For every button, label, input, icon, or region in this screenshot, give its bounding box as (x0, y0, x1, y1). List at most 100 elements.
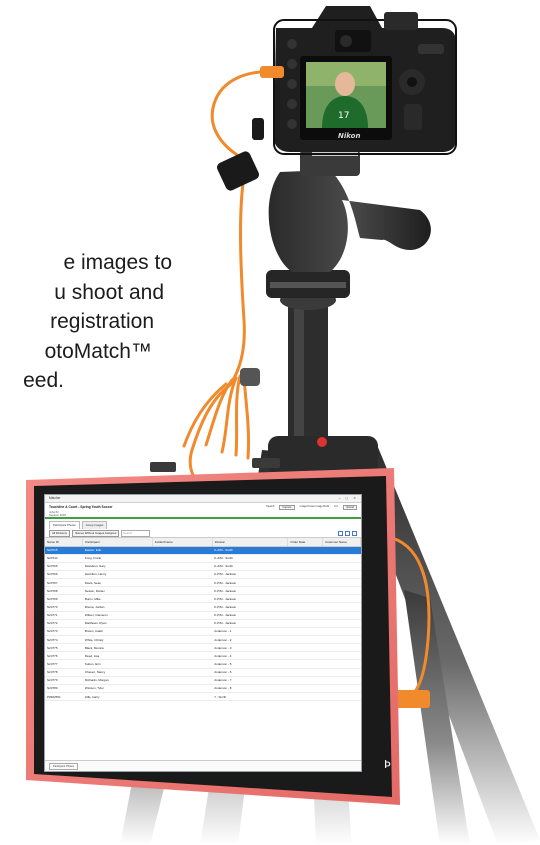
cell-folder-frame (152, 676, 213, 685)
col-division[interactable]: Division (212, 538, 289, 547)
refresh-icon[interactable] (352, 530, 357, 536)
cell-order-date (287, 676, 323, 685)
cell-customer-name (322, 570, 361, 580)
search-input[interactable]: Search (121, 529, 151, 537)
table-row[interactable]: N23773 Brown, Caleb Anderson - 1 (45, 627, 361, 637)
table-row[interactable]: N23744 Fong, Frank K-A/M - Smith (45, 554, 361, 563)
search-label: Search (266, 505, 275, 508)
table-row[interactable]: N23777 Sutton, Erin Anderson - 5 (45, 659, 361, 669)
cell-name-id: N23770 (45, 602, 83, 612)
cell-order-date (287, 594, 323, 604)
table-row[interactable]: N23779 Richards, Morgan Anderson - 7 (45, 676, 361, 685)
table-row[interactable]: N23769 Burns, Mike K-P/M - Jackson (45, 594, 361, 604)
header-controls: Search Capture Image Poses Image Rolls 0… (266, 505, 357, 510)
cell-participant: Sutton, Erin (82, 659, 153, 669)
caption-line: registration (50, 310, 154, 333)
window-title: Matcher (49, 496, 61, 500)
cell-order-date (287, 668, 323, 677)
table-row[interactable]: N23780 Winston, Tyler Anderson - 8 (45, 684, 361, 694)
caption-line: e images to (63, 251, 172, 274)
cell-name-id: N23776 (45, 651, 83, 661)
cell-division: Anderson - 4 (212, 651, 288, 661)
grid-tools (338, 530, 357, 536)
cell-division: K-P/M - Jackson (212, 611, 288, 620)
table-row[interactable]: N23776 Reed, Lisa Anderson - 4 (45, 651, 361, 661)
cell-name-id: N23777 (45, 659, 83, 669)
cell-division: Anderson - 3 (212, 643, 288, 653)
cell-folder-frame (152, 635, 213, 645)
cell-customer-name (322, 562, 361, 571)
tab-group-images[interactable]: Group Images (81, 521, 108, 529)
cell-order-date (287, 651, 323, 661)
jersey-number: 17 (338, 111, 349, 121)
cell-name-id: N23744 (45, 554, 83, 563)
cell-participant: Wilson, Dameron (82, 611, 153, 620)
app-window: Matcher – ▢ ✕ Touchline & Court - Spring… (44, 494, 362, 772)
dropdown-icon[interactable] (338, 530, 343, 536)
col-participant[interactable]: Participant (82, 538, 153, 547)
cell-division: K-P/M - Jackson (212, 594, 288, 604)
table-row[interactable]: P0902551 Hills, Harry 7 - Smith (45, 692, 361, 702)
cell-participant: Rivera, Jordan (82, 602, 153, 612)
table-row[interactable]: N23778 Chavez, Nancy Anderson - 6 (45, 668, 361, 677)
camera: 17 Nikon (273, 6, 457, 155)
cell-participant: Richards, Morgan (82, 676, 153, 685)
cell-name-id: N23766 (45, 570, 83, 580)
all-divisions-button[interactable]: All Divisions (49, 529, 71, 537)
cell-folder-frame (152, 602, 213, 612)
table-row[interactable]: N23765 Davidson, Gary K-A/M - Smith (45, 562, 361, 571)
cell-folder-frame (152, 684, 213, 694)
cell-participant: White, Christy (82, 635, 153, 645)
cell-name-id: N23778 (45, 668, 83, 677)
cell-folder-frame (152, 586, 213, 596)
cell-customer-name (322, 692, 361, 702)
table-row[interactable]: N23767 Davis, Sean K-P/M - Jackson (45, 578, 361, 588)
cell-name-id: N23715 (45, 546, 83, 555)
cell-order-date (287, 570, 323, 580)
cell-division: Anderson - 1 (212, 627, 288, 637)
window-controls-icon[interactable]: – ▢ ✕ (339, 495, 358, 502)
filter-icon[interactable] (345, 530, 350, 536)
cable-lock (216, 151, 260, 191)
col-order-date[interactable]: Order Date (287, 538, 324, 547)
table-row[interactable]: N23774 White, Christy Anderson - 2 (45, 635, 361, 645)
cell-participant: Hamilton, Henry (82, 570, 153, 580)
window-titlebar: Matcher – ▢ ✕ (45, 495, 361, 503)
table-row[interactable]: N23772 Matthews, Ryan K-P/M - Jackson (45, 619, 361, 628)
col-folder-frame[interactable]: Folder/Frame (152, 538, 213, 547)
cell-name-id: N23769 (45, 594, 83, 604)
cell-participant: Matthews, Ryan (82, 619, 153, 628)
table-row[interactable]: N23766 Hamilton, Henry K-P/M - Jackson (45, 570, 361, 580)
cell-order-date (287, 627, 323, 637)
table-row[interactable]: N23770 Rivera, Jordan K-P/M - Jackson (45, 602, 361, 612)
cell-division: K-P/M - Jackson (212, 586, 288, 596)
col-name-id[interactable]: Name ID (45, 538, 84, 547)
cell-name-id: N23779 (45, 676, 83, 685)
capture-button[interactable]: Capture (279, 505, 295, 510)
table-header-row: Name ID Participant Folder/Frame Divisio… (45, 538, 361, 547)
camera-logo: Nikon (338, 132, 360, 140)
tab-participant-photos[interactable]: Participant Photos (49, 521, 80, 529)
names-without-images-button[interactable]: Names Without Images Assigned (72, 529, 120, 537)
cell-customer-name (322, 611, 361, 620)
cell-division: Anderson - 8 (212, 684, 288, 694)
cell-division: Anderson - 2 (212, 635, 288, 645)
caption-text: e images to u shoot and registration oto… (0, 248, 200, 396)
table-row[interactable]: N23771 Wilson, Dameron K-P/M - Jackson (45, 611, 361, 620)
cell-order-date (287, 611, 323, 620)
table-row[interactable]: N23775 Black, Monica Anderson - 3 (45, 643, 361, 653)
table-row[interactable]: N23768 Nelson, Daniel K-P/M - Jackson (45, 586, 361, 596)
cell-name-id: P0902551 (45, 692, 83, 702)
table-row[interactable]: N23715 Easton, Erik K-A/M - Smith (45, 546, 361, 555)
footer-status-button[interactable]: Participant Photos (49, 763, 79, 770)
cell-folder-frame (152, 554, 213, 563)
cell-order-date (287, 684, 323, 694)
upload-button[interactable]: Upload (342, 505, 357, 510)
cell-division: K-P/M - Jackson (212, 570, 288, 580)
col-customer-name[interactable]: Customer Name (322, 538, 361, 547)
cell-folder-frame (152, 546, 213, 555)
counts-label: Image Poses Image Rolls (299, 505, 330, 508)
cell-participant: Black, Monica (82, 643, 153, 653)
cell-division: 7 - Smith (212, 692, 288, 702)
app-header: Touchline & Court - Spring Youth Soccer … (45, 503, 361, 519)
